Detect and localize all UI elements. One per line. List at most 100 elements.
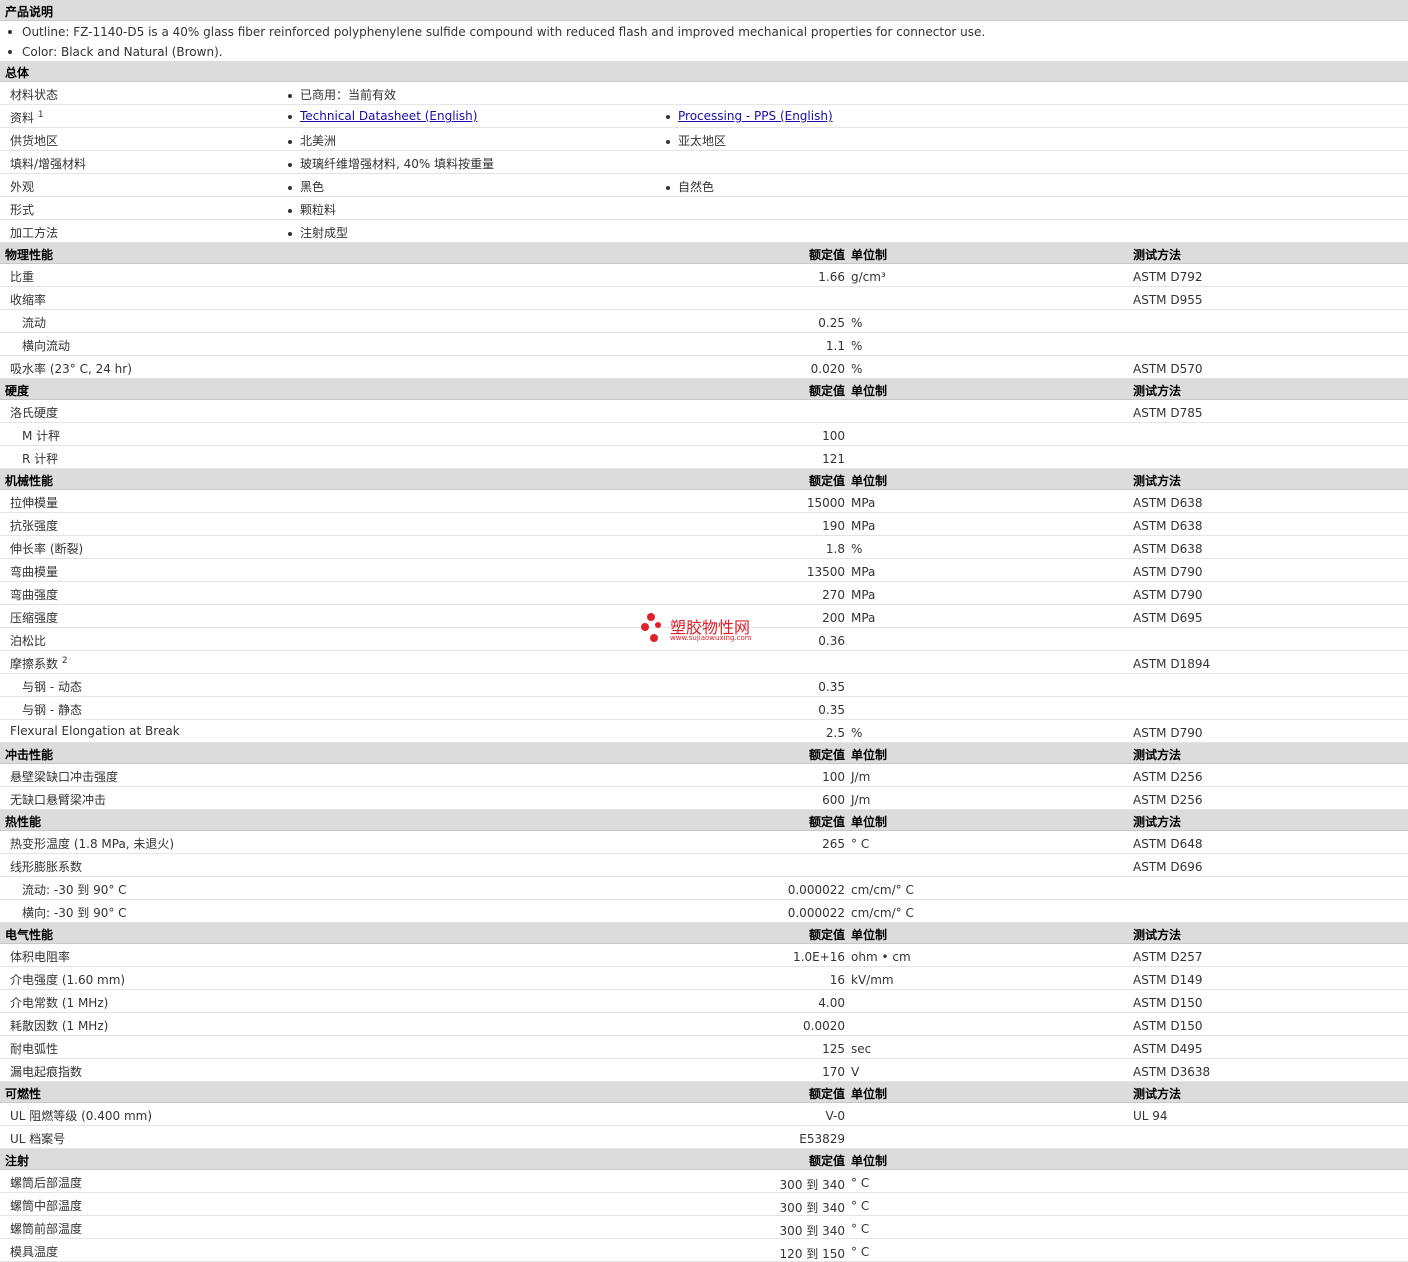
description-text: Outline: FZ-1140-D5 is a 40% glass fiber…: [22, 25, 986, 39]
property-value: 13500: [806, 565, 845, 579]
property-label: 泊松比: [10, 632, 46, 649]
property-row: 热变形温度 (1.8 MPa, 未退火) 265 ° C ASTM D648: [0, 831, 1408, 854]
property-unit: g/cm³: [851, 270, 886, 284]
col-header-method: 测试方法: [1133, 474, 1182, 488]
general-row: 加工方法 注射成型: [0, 220, 1408, 243]
col-header-method: 测试方法: [1133, 248, 1182, 262]
property-row: 模具温度 120 到 150 ° C: [0, 1239, 1408, 1262]
description-text: Color: Black and Natural (Brown).: [22, 45, 223, 59]
section-header: 注射 额定值 单位制: [0, 1149, 1408, 1170]
property-value: 120 到 150: [779, 1247, 845, 1261]
row-value-c2: 自然色: [666, 178, 714, 195]
test-method: UL 94: [1133, 1109, 1168, 1123]
row-value-text: 颗粒料: [300, 203, 337, 217]
property-row: 摩擦系数 2 ASTM D1894: [0, 651, 1408, 674]
property-label-text: 螺筒前部温度: [10, 1222, 83, 1236]
property-label: 摩擦系数 2: [10, 655, 68, 672]
property-label-text: 吸水率 (23° C, 24 hr): [10, 362, 132, 376]
property-value: 0.35: [818, 703, 845, 717]
row-value-c1: 已商用：当前有效: [288, 86, 396, 103]
col-header-value: 额定值: [808, 748, 845, 762]
property-label-text: 抗张强度: [10, 519, 59, 533]
property-label-text: 流动: [22, 316, 47, 330]
col-header-value: 额定值: [808, 928, 845, 942]
document-link[interactable]: Processing - PPS (English): [678, 109, 833, 123]
col-header-value: 额定值: [808, 1087, 845, 1101]
property-sections: 物理性能 额定值 单位制 测试方法 比重 1.66 g/cm³ ASTM D792 收缩率 AST…: [0, 243, 1408, 1262]
general-table: 材料状态 已商用：当前有效资料 1 Technical Datasheet (Eng…: [0, 82, 1408, 243]
col-header-unit: 单位制: [851, 1087, 888, 1101]
property-label: 伸长率 (断裂): [10, 540, 83, 557]
property-label-text: 螺筒后部温度: [10, 1176, 83, 1190]
property-row: 无缺口悬臂梁冲击 600 J/m ASTM D256: [0, 787, 1408, 810]
description-item: Color: Black and Natural (Brown).: [0, 41, 1408, 61]
property-label: 弯曲强度: [10, 586, 58, 603]
row-label: 资料 1: [10, 109, 44, 126]
property-label-text: 收缩率: [10, 293, 47, 307]
property-label-text: Flexural Elongation at Break: [10, 724, 180, 738]
row-label-text: 材料状态: [10, 88, 59, 102]
row-label-text: 资料: [10, 111, 35, 125]
row-label-text: 填料/增强材料: [10, 157, 87, 171]
property-unit: MPa: [851, 611, 876, 625]
property-value: 170: [822, 1065, 845, 1079]
property-label-text: 螺筒中部温度: [10, 1199, 83, 1213]
col-header-unit: 单位制: [851, 748, 888, 762]
row-value-c1: 玻璃纤维增强材料, 40% 填料按重量: [288, 155, 494, 172]
property-value: 1.66: [818, 270, 845, 284]
property-label: 热变形温度 (1.8 MPa, 未退火): [10, 835, 174, 852]
row-value-c1: 注射成型: [288, 224, 348, 241]
section-header-general: 总体: [0, 61, 1408, 82]
property-value: 300 到 340: [779, 1178, 845, 1192]
test-method: ASTM D257: [1133, 950, 1203, 964]
row-value-c1: 北美洲: [288, 132, 336, 149]
property-row: UL 档案号 E53829: [0, 1126, 1408, 1149]
property-label: 耐电弧性: [10, 1040, 58, 1057]
test-method: ASTM D695: [1133, 611, 1203, 625]
property-label-text: 漏电起痕指数: [10, 1065, 83, 1079]
section-title: 电气性能: [5, 928, 54, 942]
property-unit: cm/cm/° C: [851, 883, 914, 897]
property-label: 洛氏硬度: [10, 404, 58, 421]
property-row: 收缩率 ASTM D955: [0, 287, 1408, 310]
col-header-unit: 单位制: [851, 474, 888, 488]
col-header-method: 测试方法: [1133, 748, 1182, 762]
col-header-method: 测试方法: [1133, 384, 1182, 398]
description-item: Outline: FZ-1140-D5 is a 40% glass fiber…: [0, 21, 1408, 41]
test-method: ASTM D1894: [1133, 657, 1211, 671]
property-value: 270: [822, 588, 845, 602]
bullet-icon: [288, 231, 292, 236]
property-label-text: R 计秤: [22, 452, 59, 466]
property-label-text: M 计秤: [22, 429, 61, 443]
col-header-unit: 单位制: [851, 384, 888, 398]
property-value: 265: [822, 837, 845, 851]
property-value: 100: [822, 429, 845, 443]
description-list: Outline: FZ-1140-D5 is a 40% glass fiber…: [0, 21, 1408, 61]
property-label: 螺筒后部温度: [10, 1174, 82, 1191]
row-value-c1[interactable]: Technical Datasheet (English): [288, 109, 477, 123]
property-value: 0.000022: [787, 883, 845, 897]
row-label-text: 供货地区: [10, 134, 59, 148]
row-value-c2: 亚太地区: [666, 132, 726, 149]
property-label: 体积电阻率: [10, 948, 70, 965]
property-value: 600: [822, 793, 845, 807]
row-value-c1: 颗粒料: [288, 201, 336, 218]
section-title: 热性能: [5, 815, 42, 829]
property-label: 拉伸模量: [10, 494, 58, 511]
section-header: 可燃性 额定值 单位制 测试方法: [0, 1082, 1408, 1103]
general-row: 供货地区 北美洲 亚太地区: [0, 128, 1408, 151]
row-value-c1: 黑色: [288, 178, 324, 195]
general-row: 形式 颗粒料: [0, 197, 1408, 220]
test-method: ASTM D638: [1133, 542, 1203, 556]
row-value-c2[interactable]: Processing - PPS (English): [666, 109, 833, 123]
document-link[interactable]: Technical Datasheet (English): [300, 109, 477, 123]
test-method: ASTM D149: [1133, 973, 1203, 987]
row-value-text: 黑色: [300, 180, 325, 194]
property-label-text: 与钢 - 动态: [22, 680, 82, 694]
property-row: 流动: -30 到 90° C 0.000022 cm/cm/° C: [0, 877, 1408, 900]
section-header-description: 产品说明: [0, 0, 1408, 21]
property-unit: %: [851, 316, 863, 330]
property-label: 压缩强度: [10, 609, 58, 626]
property-row: 耗散因数 (1 MHz) 0.0020 ASTM D150: [0, 1013, 1408, 1036]
property-row: 伸长率 (断裂) 1.8% ASTM D638: [0, 536, 1408, 559]
